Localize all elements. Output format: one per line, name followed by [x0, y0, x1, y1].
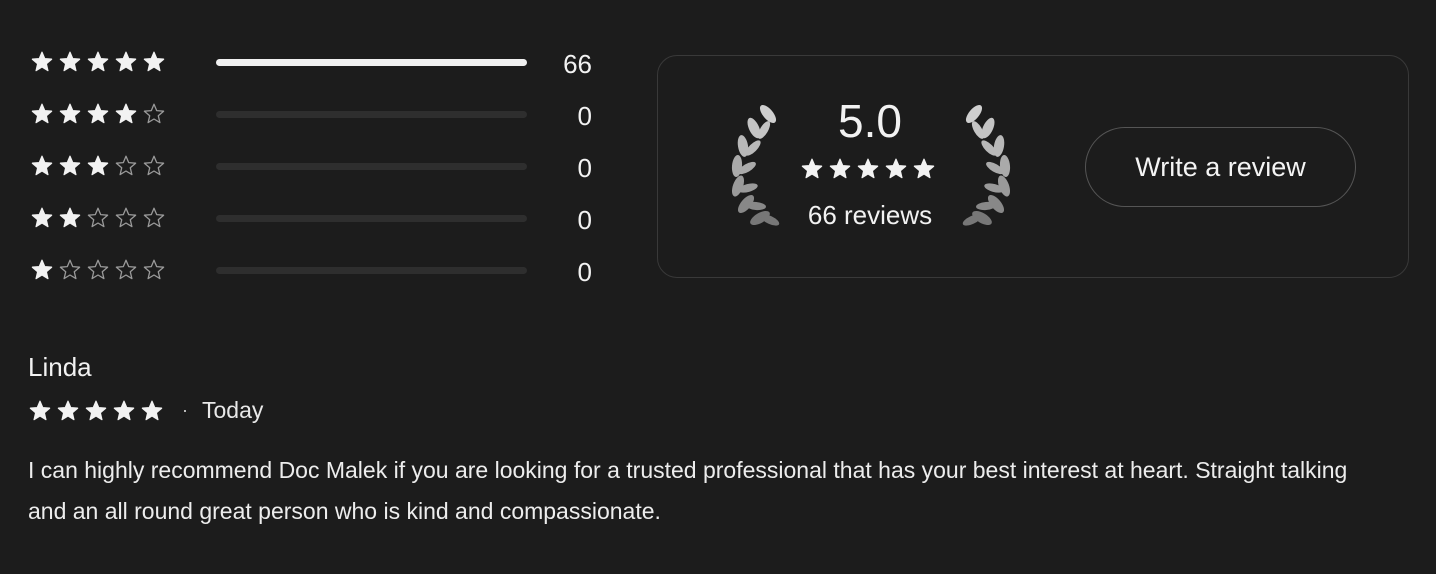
star-filled-icon — [59, 155, 81, 176]
rating-count: 0 — [577, 101, 592, 131]
rating-count: 0 — [577, 205, 592, 235]
review-item: Linda · Today I can highly recommend Doc… — [28, 352, 1358, 532]
star-filled-icon — [113, 400, 135, 420]
rating-bar-track — [216, 215, 527, 222]
star-filled-icon — [59, 207, 81, 228]
star-filled-icon — [31, 103, 53, 124]
star-filled-icon — [143, 51, 165, 72]
reviews-section: 66 0 0 0 0 5.0 66 reviews Write a review… — [0, 0, 1436, 574]
row-stars — [30, 258, 166, 282]
row-stars — [30, 206, 166, 230]
rating-row-1: 0 — [30, 244, 600, 296]
star-filled-icon — [115, 51, 137, 72]
star-filled-icon — [85, 400, 107, 420]
star-filled-icon — [59, 51, 81, 72]
star-empty-icon — [115, 207, 137, 228]
rating-bar-track — [216, 163, 527, 170]
average-rating: 5.0 — [838, 95, 902, 147]
star-filled-icon — [115, 103, 137, 124]
star-filled-icon — [141, 400, 163, 420]
star-empty-icon — [143, 155, 165, 176]
star-filled-icon — [31, 155, 53, 176]
star-empty-icon — [143, 103, 165, 124]
write-review-button[interactable]: Write a review — [1085, 127, 1356, 207]
star-filled-icon — [57, 400, 79, 420]
rating-row-3: 0 — [30, 140, 600, 192]
rating-row-2: 0 — [30, 192, 600, 244]
star-empty-icon — [59, 259, 81, 280]
star-empty-icon — [143, 259, 165, 280]
rating-summary-card: 5.0 66 reviews Write a review — [657, 55, 1409, 278]
rating-distribution: 66 0 0 0 0 — [30, 36, 600, 296]
summary-stars — [800, 157, 936, 181]
rating-count: 0 — [577, 257, 592, 287]
star-filled-icon — [87, 155, 109, 176]
rating-bar-fill — [216, 59, 527, 66]
star-empty-icon — [115, 259, 137, 280]
star-empty-icon — [87, 259, 109, 280]
review-date: Today — [202, 397, 264, 423]
star-filled-icon — [829, 158, 851, 179]
review-text: I can highly recommend Doc Malek if you … — [28, 457, 1348, 524]
rating-bar-track — [216, 267, 527, 274]
star-empty-icon — [87, 207, 109, 228]
rating-bar-track — [216, 59, 527, 66]
star-filled-icon — [31, 207, 53, 228]
star-filled-icon — [87, 51, 109, 72]
laurel-wreath-icon — [962, 104, 1011, 226]
rating-row-4: 0 — [30, 88, 600, 140]
star-filled-icon — [29, 400, 51, 420]
rating-count: 66 — [563, 49, 592, 79]
star-filled-icon — [801, 158, 823, 179]
row-stars — [30, 102, 166, 126]
star-filled-icon — [913, 158, 935, 179]
star-empty-icon — [115, 155, 137, 176]
separator-dot: · — [182, 400, 188, 420]
review-stars — [28, 399, 164, 423]
star-filled-icon — [87, 103, 109, 124]
rating-bar-track — [216, 111, 527, 118]
rating-count: 0 — [577, 153, 592, 183]
star-filled-icon — [59, 103, 81, 124]
row-stars — [30, 50, 166, 74]
row-stars — [30, 154, 166, 178]
star-filled-icon — [885, 158, 907, 179]
rating-row-5: 66 — [30, 36, 600, 88]
reviewer-name: Linda — [28, 352, 92, 382]
star-filled-icon — [857, 158, 879, 179]
star-filled-icon — [31, 51, 53, 72]
reviews-count: 66 reviews — [807, 200, 933, 230]
star-filled-icon — [31, 259, 53, 280]
star-empty-icon — [143, 207, 165, 228]
review-meta: · Today — [28, 397, 1358, 424]
